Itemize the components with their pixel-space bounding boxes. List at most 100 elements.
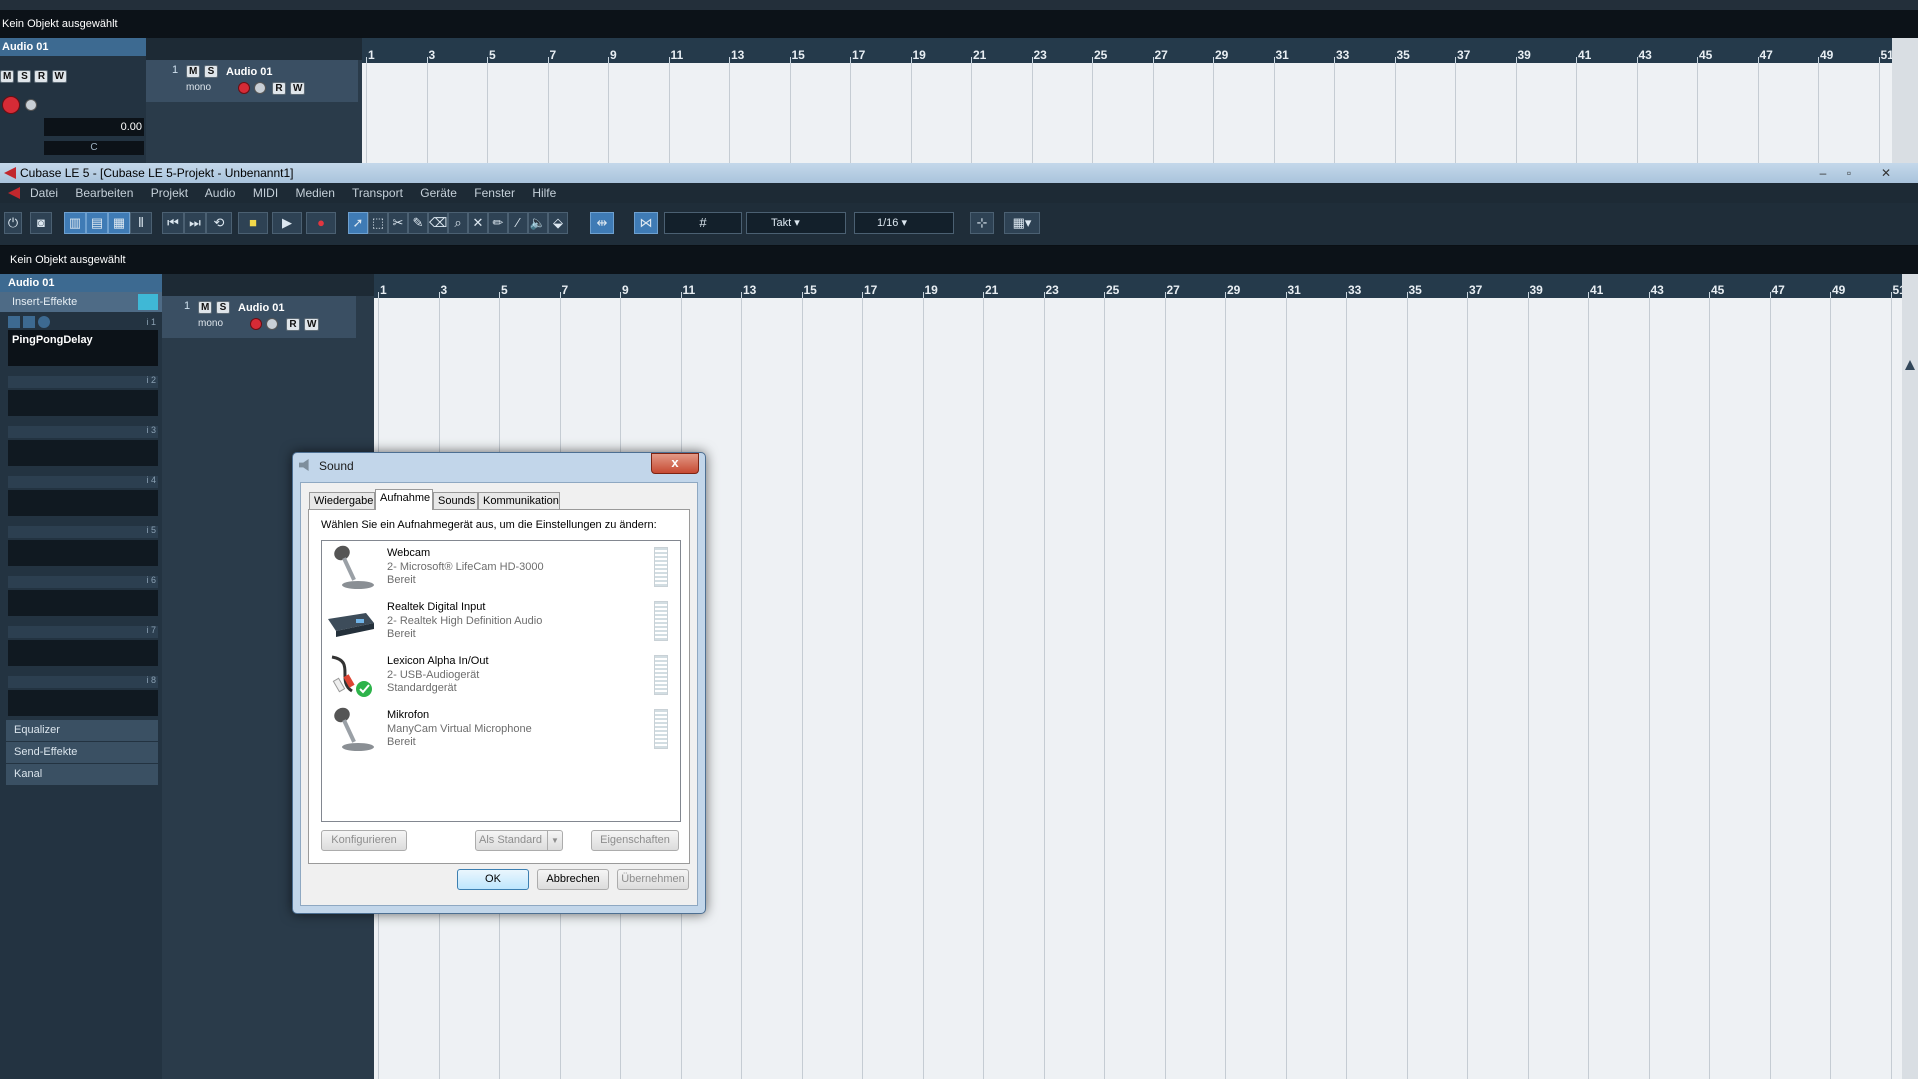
ruler[interactable]: 1 3 5 7 9 11 13 15 17 19 21 23 25 27 29 31 33 35 37 39 41 43 4… <box>374 274 1906 299</box>
menu-projekt[interactable]: Projekt <box>151 186 188 200</box>
draw-tool-icon[interactable]: ✏ <box>488 212 508 234</box>
menu-audio[interactable]: Audio <box>205 186 236 200</box>
background-scrollbar[interactable] <box>1892 38 1918 163</box>
channel-section[interactable]: Kanal <box>6 764 158 785</box>
device-realtek-digital-input[interactable]: Realtek Digital Input 2- Realtek High De… <box>322 595 678 648</box>
ok-button[interactable]: OK <box>457 869 529 890</box>
insert-bypass-icon[interactable] <box>138 294 158 310</box>
grid-icon[interactable]: # <box>664 212 742 234</box>
insert-slot-4[interactable]: i 4 <box>0 470 162 520</box>
insert-slot-1[interactable]: i 1 PingPongDelay <box>0 312 162 370</box>
insert-slot-5[interactable]: i 5 <box>0 520 162 570</box>
power-icon[interactable] <box>8 316 20 328</box>
cycle-icon[interactable]: ⟲ <box>206 212 232 234</box>
background-event-display[interactable] <box>362 63 1892 163</box>
configure-button[interactable]: Konfigurieren <box>321 830 407 851</box>
cancel-button[interactable]: Abbrechen <box>537 869 609 890</box>
background-ruler[interactable]: 1 3 5 7 9 11 13 15 17 19 21 23 25 27 29 31 33 35 37 39 41 43 4… <box>362 38 1902 64</box>
grid-type-select[interactable]: Takt ▾ <box>746 212 846 234</box>
track-write-button[interactable]: W <box>304 318 320 331</box>
record-icon[interactable]: ● <box>306 212 336 234</box>
snap-icon[interactable]: ⋈ <box>634 212 658 234</box>
glue-tool-icon[interactable]: ✎ <box>408 212 428 234</box>
menu-geraete[interactable]: Geräte <box>420 186 457 200</box>
insert-slot-6[interactable]: i 6 <box>0 570 162 620</box>
show-inspector-button[interactable]: ▥ <box>64 212 86 234</box>
track-read-button[interactable]: R <box>286 318 300 331</box>
activate-project-button[interactable]: ⏻ <box>4 212 22 234</box>
device-webcam[interactable]: Webcam 2- Microsoft® LifeCam HD-3000 Ber… <box>322 541 678 594</box>
inspector-track-header[interactable]: Audio 01 <box>0 274 162 292</box>
solo-button[interactable]: S <box>17 70 32 83</box>
show-overview-button[interactable]: ▦ <box>108 212 130 234</box>
send-effects-section[interactable]: Send-Effekte <box>6 742 158 763</box>
insert-slot-7[interactable]: i 7 <box>0 620 162 670</box>
background-inspector-header[interactable]: Audio 01 <box>0 38 146 56</box>
volume-display[interactable]: 0.00 <box>44 118 144 136</box>
menu-medien[interactable]: Medien <box>296 186 335 200</box>
dropdown-arrow-icon[interactable]: ▼ <box>547 831 562 850</box>
track-read-button[interactable]: R <box>272 82 286 95</box>
mixer-button[interactable]: ⫴ <box>130 212 152 234</box>
insert-effects-header[interactable]: Insert-Effekte <box>0 292 162 312</box>
track-mute-button[interactable]: M <box>198 301 213 314</box>
zoom-tool-icon[interactable]: ⌕ <box>448 212 468 234</box>
track-row[interactable]: 1 M S Audio 01 mono R W <box>162 296 356 338</box>
tab-kommunikation[interactable]: Kommunikation <box>478 492 560 509</box>
insert-slot-1-plugin[interactable]: PingPongDelay <box>8 330 158 366</box>
tab-sounds[interactable]: Sounds <box>433 492 478 509</box>
monitor-icon[interactable] <box>25 99 37 111</box>
track-record-icon[interactable] <box>250 318 262 330</box>
insert-slot-3[interactable]: i 3 <box>0 420 162 470</box>
mute-button[interactable]: M <box>0 70 15 83</box>
mute-tool-icon[interactable]: ✕ <box>468 212 488 234</box>
tab-wiedergabe[interactable]: Wiedergabe <box>309 492 375 509</box>
minimize-button[interactable]: ‒ <box>1810 163 1836 181</box>
scroll-up-icon[interactable] <box>1905 360 1915 370</box>
edit-icon[interactable] <box>38 316 51 328</box>
stop-icon[interactable]: ■ <box>238 212 268 234</box>
track-name[interactable]: Audio 01 <box>238 302 284 314</box>
maximize-button[interactable]: ▫ <box>1836 163 1862 181</box>
show-info-line-button[interactable]: ▤ <box>86 212 108 234</box>
track-mute-button[interactable]: M <box>186 65 201 78</box>
snap-to-zero-icon[interactable]: ⊹ <box>970 212 994 234</box>
play-tool-icon[interactable]: 🔈 <box>528 212 548 234</box>
track-write-button[interactable]: W <box>290 82 306 95</box>
properties-button[interactable]: Eigenschaften <box>591 830 679 851</box>
apply-button[interactable]: Übernehmen <box>617 869 689 890</box>
write-button[interactable]: W <box>51 70 67 83</box>
background-track-row[interactable]: 1 M S Audio 01 mono R W <box>146 60 358 102</box>
color-tool-icon[interactable]: ⬙ <box>548 212 568 234</box>
dialog-close-button[interactable]: x <box>651 453 699 474</box>
menu-transport[interactable]: Transport <box>352 186 403 200</box>
autoscroll-icon[interactable]: ⇹ <box>590 212 614 234</box>
track-record-icon[interactable] <box>238 82 250 94</box>
line-tool-icon[interactable]: ∕ <box>508 212 528 234</box>
cubase-menu-icon[interactable] <box>8 187 20 199</box>
vertical-scrollbar[interactable] <box>1902 274 1918 1079</box>
track-monitor-icon[interactable] <box>254 82 266 94</box>
insert-slot-8[interactable]: i 8 <box>0 670 162 720</box>
quantize-select[interactable]: 1/16 ▾ <box>854 212 954 234</box>
menu-hilfe[interactable]: Hilfe <box>532 186 556 200</box>
track-solo-button[interactable]: S <box>204 65 218 78</box>
constrain-delay-button[interactable]: ◙ <box>30 212 52 234</box>
tab-aufnahme[interactable]: Aufnahme <box>375 489 433 510</box>
object-selection-tool-icon[interactable]: ➚ <box>348 212 368 234</box>
track-monitor-icon[interactable] <box>266 318 278 330</box>
erase-tool-icon[interactable]: ⌫ <box>428 212 448 234</box>
go-to-end-icon[interactable]: ⏭ <box>184 212 206 234</box>
color-menu-icon[interactable]: ▦▾ <box>1004 212 1040 234</box>
device-lexicon-alpha[interactable]: Lexicon Alpha In/Out 2- USB-Audiogerät S… <box>322 649 678 702</box>
record-enable-icon[interactable] <box>2 96 20 114</box>
read-button[interactable]: R <box>34 70 49 83</box>
set-default-button[interactable]: Als Standard ▼ <box>475 830 563 851</box>
track-solo-button[interactable]: S <box>216 301 230 314</box>
bypass-icon[interactable] <box>23 316 36 328</box>
range-selection-tool-icon[interactable]: ⬚ <box>368 212 388 234</box>
insert-slot-2[interactable]: i 2 <box>0 370 162 420</box>
equalizer-section[interactable]: Equalizer <box>6 720 158 741</box>
split-tool-icon[interactable]: ✂ <box>388 212 408 234</box>
play-icon[interactable]: ▶ <box>272 212 302 234</box>
